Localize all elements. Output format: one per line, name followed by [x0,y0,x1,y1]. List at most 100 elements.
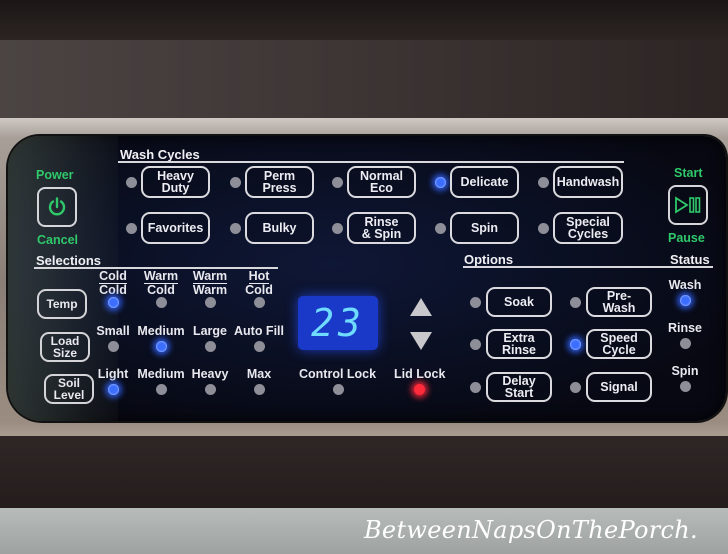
status-label-wash: Wash [668,278,702,292]
cycle-button-label: Special Cycles [566,215,610,241]
cancel-label: Cancel [37,233,78,247]
cycle-led-rinse-spin [332,223,343,234]
option-led-signal [570,382,581,393]
load-size-led-small [108,341,119,352]
temp-led-warm-cold [156,297,167,308]
cycle-button-label: Perm Press [262,169,297,195]
soil-level-option-max[interactable]: Max [229,368,289,381]
cycle-button-label: Normal Eco [359,169,404,195]
cycle-led-perm-press [230,177,241,188]
cycle-led-special-cycles [538,223,549,234]
temp-led-cold-cold [108,297,119,308]
temp-option-warm-cold[interactable]: Warm Cold [143,270,179,296]
status-header: Status [670,252,710,267]
option-button-soak[interactable]: Soak [486,287,552,317]
cycle-button-bulky[interactable]: Bulky [245,212,314,244]
play-pause-icon [675,196,701,214]
control-lock-led [333,384,344,395]
load-size-led-large [205,341,216,352]
pause-label: Pause [668,231,705,245]
status-led-wash [680,295,691,306]
cycle-button-label: Heavy Duty [157,169,194,195]
cycle-led-bulky [230,223,241,234]
options-divider [463,266,713,268]
start-label: Start [674,166,703,180]
cycle-button-normal-eco[interactable]: Normal Eco [347,166,416,198]
cycle-button-delicate[interactable]: Delicate [450,166,519,198]
option-button-delay-start[interactable]: Delay Start [486,372,552,402]
wash-cycles-header: Wash Cycles [120,147,200,162]
status-label-rinse: Rinse [667,321,703,335]
soil-level-led-heavy [205,384,216,395]
cycle-button-label: Bulky [262,221,297,235]
soil-level-led-max [254,384,265,395]
wash-cycles-divider [118,161,624,163]
time-up-button[interactable] [410,298,432,316]
option-button-label: Pre- Wash [602,289,636,315]
option-button-label: Signal [600,380,638,394]
cycle-button-label: Delicate [460,175,509,189]
cycle-button-spin[interactable]: Spin [450,212,519,244]
option-button-extra-rinse[interactable]: Extra Rinse [486,329,552,359]
lid-lock-label: Lid Lock [394,367,446,381]
soil-level-button-label: Soil Level [53,376,85,402]
temp-led-warm-warm [205,297,216,308]
option-led-soak [470,297,481,308]
lid-lock-led [414,384,425,395]
cycle-button-perm-press[interactable]: Perm Press [245,166,314,198]
soil-level-led-medium [156,384,167,395]
cycle-button-label: Rinse & Spin [361,215,402,241]
power-label: Power [36,168,74,182]
status-led-rinse [680,338,691,349]
control-lock-label[interactable]: Control Lock [299,368,376,381]
option-button-label: Soak [504,295,534,309]
temp-option-cold-cold[interactable]: Cold Cold [95,270,131,296]
status-label-spin: Spin [671,364,699,378]
cycle-led-delicate [435,177,446,188]
option-button-pre-wash[interactable]: Pre- Wash [586,287,652,317]
time-down-button[interactable] [410,332,432,350]
cycle-button-heavy-duty[interactable]: Heavy Duty [141,166,210,198]
temp-option-warm-warm[interactable]: Warm Warm [192,270,228,296]
cycle-button-handwash[interactable]: Handwash [553,166,623,198]
cycle-button-label: Spin [470,221,499,235]
option-button-label: Extra Rinse [501,331,537,357]
temp-button[interactable]: Temp [37,289,87,319]
soil-level-led-light [108,384,119,395]
option-led-pre-wash [570,297,581,308]
temp-option-hot-cold[interactable]: Hot Cold [241,270,277,297]
load-size-option-auto-fill[interactable]: Auto Fill [229,325,289,338]
status-led-spin [680,381,691,392]
temp-button-label: Temp [46,297,78,311]
selections-header: Selections [36,253,102,268]
cycle-button-rinse-spin[interactable]: Rinse & Spin [347,212,416,244]
option-button-label: Speed Cycle [600,331,638,357]
time-display: 23 [298,296,378,350]
options-header: Options [464,252,514,267]
cycle-button-label: Handwash [556,175,620,189]
option-led-extra-rinse [470,339,481,350]
option-led-speed-cycle [570,339,581,350]
option-button-label: Delay Start [502,374,536,400]
option-led-delay-start [470,382,481,393]
cycle-button-favorites[interactable]: Favorites [141,212,210,244]
cycle-button-special-cycles[interactable]: Special Cycles [553,212,623,244]
cycle-led-handwash [538,177,549,188]
temp-led-hot-cold [254,297,265,308]
load-size-button-label: Load Size [50,334,80,360]
control-panel: Power Cancel Wash Cycles Heavy Duty Perm Pr… [8,136,726,421]
option-button-signal[interactable]: Signal [586,372,652,402]
cycle-led-normal-eco [332,177,343,188]
load-size-led-medium [156,341,167,352]
power-icon [48,197,66,216]
cycle-led-heavy-duty [126,177,137,188]
appliance-top-band [0,0,728,40]
power-button[interactable] [37,187,77,227]
option-button-speed-cycle[interactable]: Speed Cycle [586,329,652,359]
cycle-led-favorites [126,223,137,234]
appliance-lower-band [0,436,728,508]
cycle-led-spin [435,223,446,234]
cycle-button-label: Favorites [147,221,204,235]
watermark: BetweenNapsOnThePorch. [364,516,698,544]
start-pause-button[interactable] [668,185,708,225]
